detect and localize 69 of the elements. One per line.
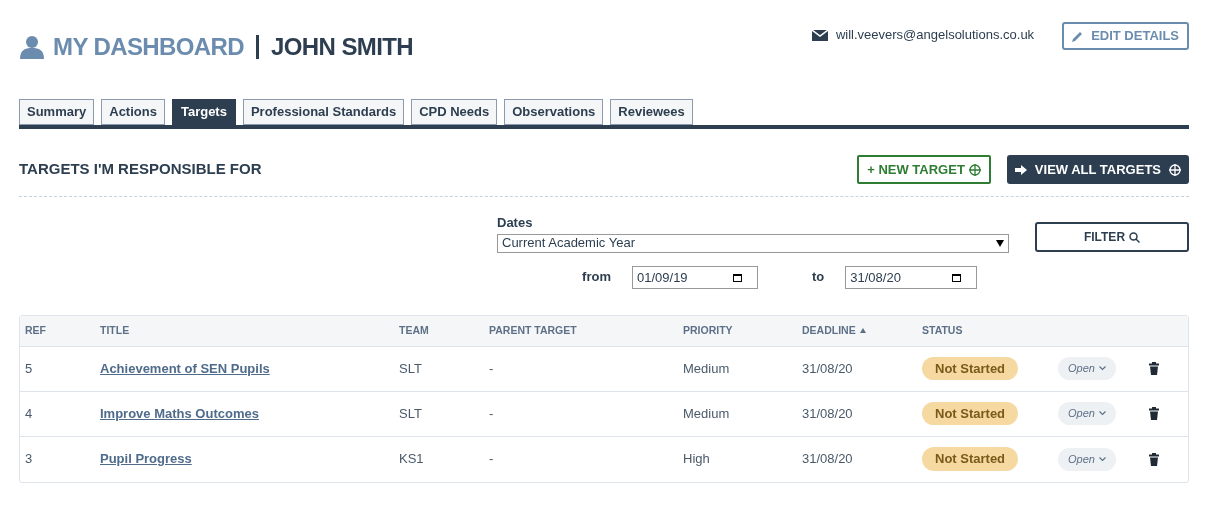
edit-details-button[interactable]: EDIT DETAILS — [1062, 22, 1189, 50]
tab[interactable]: Observations — [504, 99, 604, 125]
table-cell-text: High — [683, 450, 710, 469]
from-label: from — [581, 268, 611, 287]
column-header[interactable]: STATUS — [922, 322, 963, 339]
dates-select[interactable]: Current Academic Year — [497, 233, 1009, 253]
chevron-icon — [1098, 411, 1106, 416]
table-cell-text: - — [489, 450, 494, 469]
table-cell-text: SLT — [399, 404, 422, 423]
email-address: will.veevers@angelsolutions.co.uk — [835, 26, 1035, 45]
table-cell-text: - — [489, 404, 494, 423]
search-icon — [1129, 231, 1141, 243]
sort-icon — [859, 328, 866, 333]
to-date-field[interactable]: 31/08/20 — [845, 265, 978, 289]
table-cell-text: - — [489, 359, 494, 378]
new-target-button[interactable]: + NEW TARGET — [857, 155, 991, 184]
tab[interactable]: CPD Needs — [411, 99, 498, 125]
trash-icon[interactable] — [1149, 362, 1159, 375]
tab[interactable]: Actions — [101, 99, 165, 125]
table-cell-text: 31/08/20 — [802, 450, 853, 469]
column-header[interactable]: PRIORITY — [683, 322, 733, 339]
pencil-icon — [1072, 30, 1084, 42]
status-badge: Not Started — [922, 356, 1019, 381]
arrow-right-icon — [1014, 164, 1027, 175]
tab[interactable]: Professional Standards — [242, 99, 405, 125]
trash-icon[interactable] — [1149, 452, 1159, 466]
column-header[interactable]: TITLE — [100, 322, 130, 339]
table-cell-text: SLT — [399, 359, 422, 378]
crosshair-icon — [1169, 163, 1181, 176]
to-label: to — [812, 268, 825, 287]
calendar-icon — [952, 273, 962, 282]
target-link[interactable]: Achievement of SEN Pupils — [100, 358, 270, 379]
table-cell-text: KS1 — [399, 450, 424, 469]
table-cell-text: Medium — [683, 359, 730, 378]
user-name: JOHN SMITH — [271, 32, 414, 62]
table-cell-text: Medium — [683, 404, 730, 423]
column-header[interactable]: REF — [25, 322, 46, 339]
filter-button[interactable]: FILTER — [1035, 222, 1189, 252]
tab[interactable]: Summary — [19, 99, 95, 125]
trash-icon[interactable] — [1149, 407, 1159, 420]
chevron-icon — [1098, 366, 1106, 371]
column-header[interactable]: DEADLINE — [802, 322, 866, 339]
table-cell-text: 31/08/20 — [802, 359, 853, 378]
section-heading: TARGETS I'M RESPONSIBLE FOR — [19, 159, 262, 180]
target-link[interactable]: Pupil Progress — [100, 449, 192, 469]
dates-label: Dates — [497, 214, 534, 232]
open-dropdown[interactable]: Open — [1058, 402, 1116, 425]
open-dropdown[interactable]: Open — [1058, 357, 1116, 380]
tab[interactable]: Targets — [171, 99, 236, 125]
user-icon — [19, 35, 45, 59]
open-dropdown[interactable]: Open — [1058, 447, 1116, 471]
tab[interactable]: Reviewees — [610, 99, 693, 125]
page-title: MY DASHBOARD — [53, 32, 245, 62]
chevron-icon — [1098, 456, 1106, 462]
status-badge: Not Started — [922, 447, 1019, 471]
view-all-targets-button[interactable]: VIEW ALL TARGETS — [1006, 155, 1189, 184]
crosshair-icon — [968, 163, 981, 176]
caret-icon — [996, 239, 1004, 247]
column-header[interactable]: TEAM — [399, 322, 429, 339]
table-cell-text: 4 — [24, 404, 33, 423]
status-badge: Not Started — [922, 401, 1019, 426]
calendar-icon — [733, 273, 742, 282]
mail-icon — [811, 29, 828, 41]
table-cell-text: 5 — [24, 359, 33, 378]
column-header[interactable]: PARENT TARGET — [489, 322, 577, 339]
table-cell-text: 3 — [24, 450, 33, 469]
target-link[interactable]: Improve Maths Outcomes — [100, 403, 259, 424]
from-date-field[interactable]: 01/09/19 — [632, 265, 758, 289]
table-cell-text: 31/08/20 — [802, 404, 853, 423]
